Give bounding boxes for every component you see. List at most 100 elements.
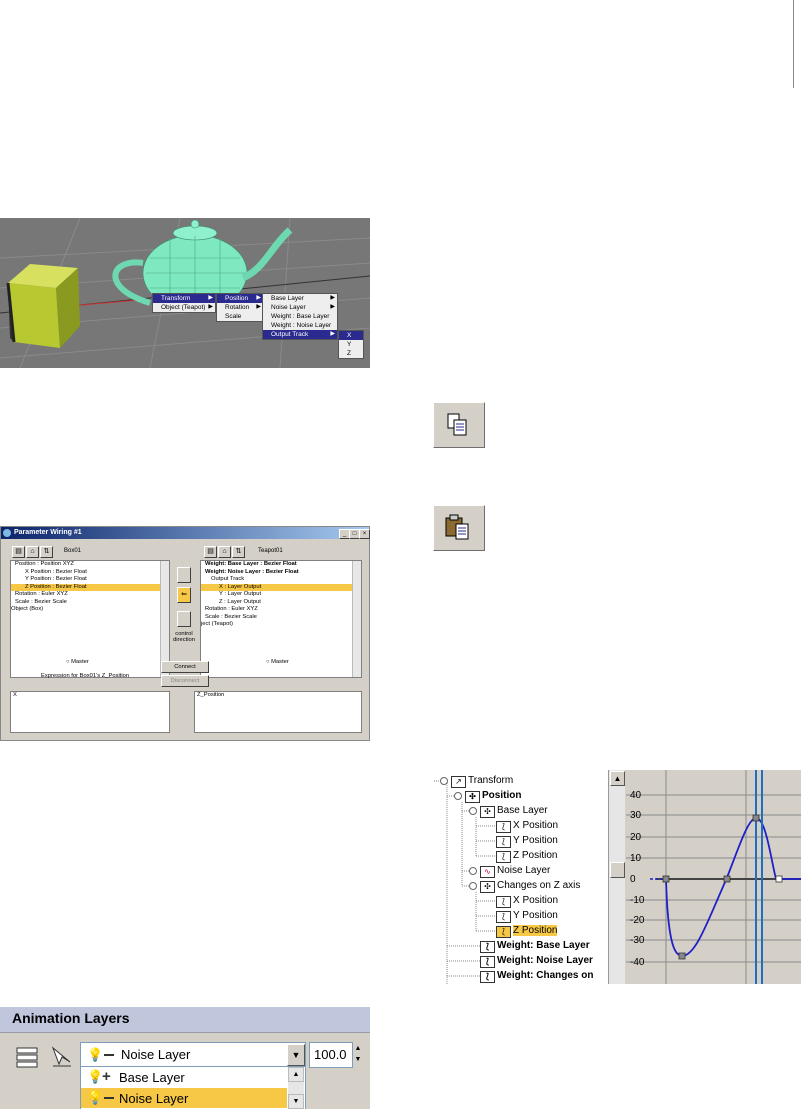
- tree-item[interactable]: Weight: Base Layer : Bezier Float: [201, 561, 361, 569]
- tree-item[interactable]: Scale : Bezier Scale: [11, 599, 169, 607]
- tree-item[interactable]: Rotation : Euler XYZ: [201, 606, 361, 614]
- tree-item[interactable]: Output Track: [201, 576, 361, 584]
- tree-item-weight-changes[interactable]: ⟅ Weight: Changes on: [480, 968, 593, 983]
- find-icon[interactable]: ⇅: [40, 546, 53, 558]
- menu-item-rotation[interactable]: Rotation ▶: [217, 303, 263, 312]
- paste-button[interactable]: [433, 505, 485, 551]
- disconnect-button[interactable]: Disconnect: [161, 675, 209, 687]
- tree-item[interactable]: Weight: Noise Layer : Bezier Float: [201, 569, 361, 577]
- tree-item-label: Y Position: [513, 835, 558, 846]
- tree-item-y-position[interactable]: ⟅ Y Position: [496, 908, 558, 923]
- menu-item-scale[interactable]: Scale: [217, 312, 263, 321]
- tree-item-position[interactable]: ✣ Position: [465, 788, 521, 803]
- menu-item-weight-base[interactable]: Weight : Base Layer: [263, 312, 337, 321]
- menu-item-noise-layer[interactable]: Noise Layer ▶: [263, 303, 337, 312]
- menu-item-output-track[interactable]: Output Track ▶: [263, 330, 337, 339]
- find-icon[interactable]: ⇅: [232, 546, 245, 558]
- copy-icon: [447, 413, 467, 436]
- minus-icon: [104, 1054, 114, 1056]
- weight-spinner[interactable]: ▲ ▼: [353, 1043, 363, 1065]
- list-item-base-layer[interactable]: 💡 + Base Layer: [81, 1067, 287, 1087]
- left-expression-box[interactable]: X: [10, 691, 170, 733]
- copy-button[interactable]: [433, 402, 485, 448]
- tree-item-z-position[interactable]: ⟅ Z Position: [496, 848, 557, 863]
- lightbulb-icon[interactable]: 💡: [87, 1047, 103, 1063]
- tree-item-weight-noise[interactable]: ⟅ Weight: Noise Layer: [480, 953, 593, 968]
- tree-item-y-position[interactable]: ⟅ Y Position: [496, 833, 558, 848]
- left-tree[interactable]: Position : Position XYZ X Position : Bez…: [10, 560, 170, 678]
- key-handle[interactable]: [723, 875, 731, 883]
- menu-item-z[interactable]: Z: [339, 349, 363, 358]
- key-handle[interactable]: [775, 875, 783, 883]
- viewport[interactable]: Transform ▶ Object (Teapot) ▶ Position ▶ Ro…: [0, 218, 370, 368]
- controller-tree[interactable]: ↗ Transform ✣ Position ✣ Base Layer ⟅ X Posi…: [434, 770, 624, 984]
- list-item-label: Noise Layer: [119, 1091, 189, 1106]
- master-radio-left[interactable]: ○ Master: [66, 659, 89, 665]
- tree-item[interactable]: Scale : Bezier Scale: [201, 614, 361, 622]
- pick-icon[interactable]: ⌂: [218, 546, 231, 558]
- tree-item[interactable]: Rotation : Euler XYZ: [11, 591, 169, 599]
- z-position-curve[interactable]: [665, 817, 801, 957]
- layer-weight-field[interactable]: 100.0: [309, 1042, 353, 1068]
- two-way-button[interactable]: [177, 611, 191, 627]
- tree-item-selected[interactable]: X : Layer Output: [201, 583, 361, 591]
- scroll-thumb[interactable]: [610, 862, 625, 878]
- tree-item[interactable]: Y Position : Bezier Float: [11, 576, 169, 584]
- tree-item[interactable]: Position : Position XYZ: [11, 561, 169, 569]
- curve-icon: ⟅: [496, 851, 511, 863]
- tree-item-x-position[interactable]: ⟅ X Position: [496, 893, 558, 908]
- layer-dropdown[interactable]: 💡 Noise Layer ▼: [80, 1042, 306, 1068]
- scroll-up-icon[interactable]: ▲: [288, 1067, 304, 1082]
- menu-item-weight-noise[interactable]: Weight : Noise Layer: [263, 321, 337, 330]
- key-handle[interactable]: [678, 952, 686, 960]
- layer-list[interactable]: 💡 + Base Layer 💡 Noise Layer ▲ ▼: [80, 1066, 306, 1109]
- menu-item-label: Scale: [225, 313, 242, 320]
- key-handle[interactable]: [752, 814, 760, 822]
- tree-item-selected[interactable]: Z Position : Bezier Float: [11, 583, 169, 591]
- right-tree-scrollbar[interactable]: [352, 561, 361, 677]
- chevron-down-icon[interactable]: ▼: [287, 1044, 305, 1066]
- tree-item[interactable]: X Position : Bezier Float: [11, 569, 169, 577]
- arrow-left-button[interactable]: ⇐: [177, 587, 191, 603]
- tree-item-weight-base[interactable]: ⟅ Weight: Base Layer: [480, 938, 590, 953]
- lightbulb-icon[interactable]: 💡: [87, 1090, 103, 1106]
- tree-item[interactable]: Y : Layer Output: [201, 591, 361, 599]
- pick-icon[interactable]: ⌂: [26, 546, 39, 558]
- tree-item[interactable]: Object (Box): [11, 606, 169, 614]
- tree-item[interactable]: ject (Teapot): [201, 621, 361, 629]
- tree-item-z-position-selected[interactable]: ⟅ Z Position: [496, 923, 558, 938]
- tree-item-changes-z[interactable]: ✣ Changes on Z axis: [480, 878, 580, 893]
- list-scrollbar[interactable]: ▲ ▼: [288, 1067, 304, 1109]
- menu-item-y[interactable]: Y: [339, 340, 363, 349]
- tree-scrollbar[interactable]: ▲: [608, 770, 625, 984]
- tree-item-noise-layer[interactable]: ∿ Noise Layer: [480, 863, 550, 878]
- folder-icon[interactable]: ▤: [204, 546, 217, 558]
- right-expression-box[interactable]: Z_Position: [194, 691, 362, 733]
- master-radio-right[interactable]: ○ Master: [266, 659, 289, 665]
- list-item-noise-layer[interactable]: 💡 Noise Layer: [81, 1088, 287, 1108]
- folder-icon[interactable]: ▤: [12, 546, 25, 558]
- scroll-up-icon[interactable]: ▲: [610, 771, 625, 786]
- menu-item-base-layer[interactable]: Base Layer ▶: [263, 294, 337, 303]
- menu-item-x[interactable]: X: [339, 331, 363, 340]
- menu-item-object[interactable]: Object (Teapot) ▶: [153, 303, 215, 312]
- menu-item-position[interactable]: Position ▶: [217, 294, 263, 303]
- key-handle[interactable]: [662, 875, 670, 883]
- connect-button[interactable]: Connect: [161, 661, 209, 673]
- close-button[interactable]: ×: [359, 529, 370, 539]
- layer-manager-icon[interactable]: [16, 1046, 40, 1068]
- position-icon: ✣: [465, 791, 480, 803]
- select-layer-icon[interactable]: [49, 1044, 75, 1070]
- tree-item-base-layer[interactable]: ✣ Base Layer: [480, 803, 548, 818]
- curve-graph[interactable]: 40 30 20 10 0 -10 -20 -30 -40: [626, 770, 801, 984]
- left-tree-scrollbar[interactable]: [160, 561, 169, 677]
- lightbulb-icon[interactable]: 💡: [87, 1069, 103, 1085]
- curve-editor: ↗ Transform ✣ Position ✣ Base Layer ⟅ X Posi…: [434, 770, 801, 984]
- dialog-titlebar[interactable]: Parameter Wiring #1: [1, 527, 369, 539]
- tree-item[interactable]: Z : Layer Output: [201, 599, 361, 607]
- tree-item-transform[interactable]: ↗ Transform: [451, 773, 513, 788]
- tree-item-x-position[interactable]: ⟅ X Position: [496, 818, 558, 833]
- scroll-down-icon[interactable]: ▼: [288, 1094, 304, 1109]
- menu-item-transform[interactable]: Transform ▶: [153, 294, 215, 303]
- arrow-right-button[interactable]: [177, 567, 191, 583]
